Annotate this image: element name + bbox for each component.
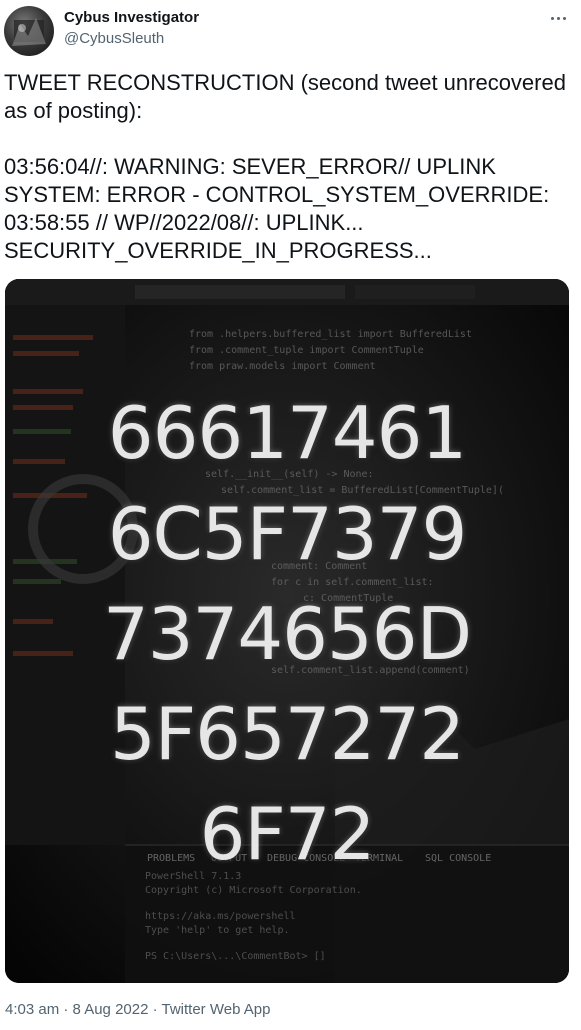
author-avatar[interactable] bbox=[4, 6, 54, 56]
author-handle[interactable]: @CybusSleuth bbox=[64, 30, 164, 47]
code-line: for c in self.comment_list: bbox=[271, 577, 434, 588]
terminal-line: https://aka.ms/powershell bbox=[145, 911, 296, 922]
more-options-icon[interactable] bbox=[547, 8, 571, 28]
terminal-line: Copyright (c) Microsoft Corporation. bbox=[145, 885, 362, 896]
hex-line: 5F657272 bbox=[109, 692, 465, 776]
terminal-line: PS C:\Users\...\CommentBot> [] bbox=[145, 951, 326, 962]
tweet-timestamp[interactable]: 4:03 am · 8 Aug 2022 · Twitter Web App bbox=[5, 1001, 270, 1018]
hex-line: 7374656D bbox=[102, 592, 472, 676]
code-line: from praw.models import Comment bbox=[189, 361, 376, 372]
hex-line: 6F72 bbox=[199, 792, 376, 876]
terminal-line: Type 'help' to get help. bbox=[145, 925, 290, 936]
tweet-media-image[interactable]: from .helpers.buffered_list import Buffe… bbox=[5, 279, 569, 983]
code-line: from .comment_tuple import CommentTuple bbox=[189, 345, 424, 356]
author-display-name[interactable]: Cybus Investigator bbox=[64, 9, 199, 26]
tweet-text: TWEET RECONSTRUCTION (second tweet unrec… bbox=[4, 70, 566, 263]
hex-line: 66617461 bbox=[107, 391, 467, 475]
tweet-header: Cybus Investigator @CybusSleuth bbox=[0, 0, 581, 64]
code-line: from .helpers.buffered_list import Buffe… bbox=[189, 329, 472, 340]
hex-line: 6C5F7379 bbox=[107, 492, 468, 576]
